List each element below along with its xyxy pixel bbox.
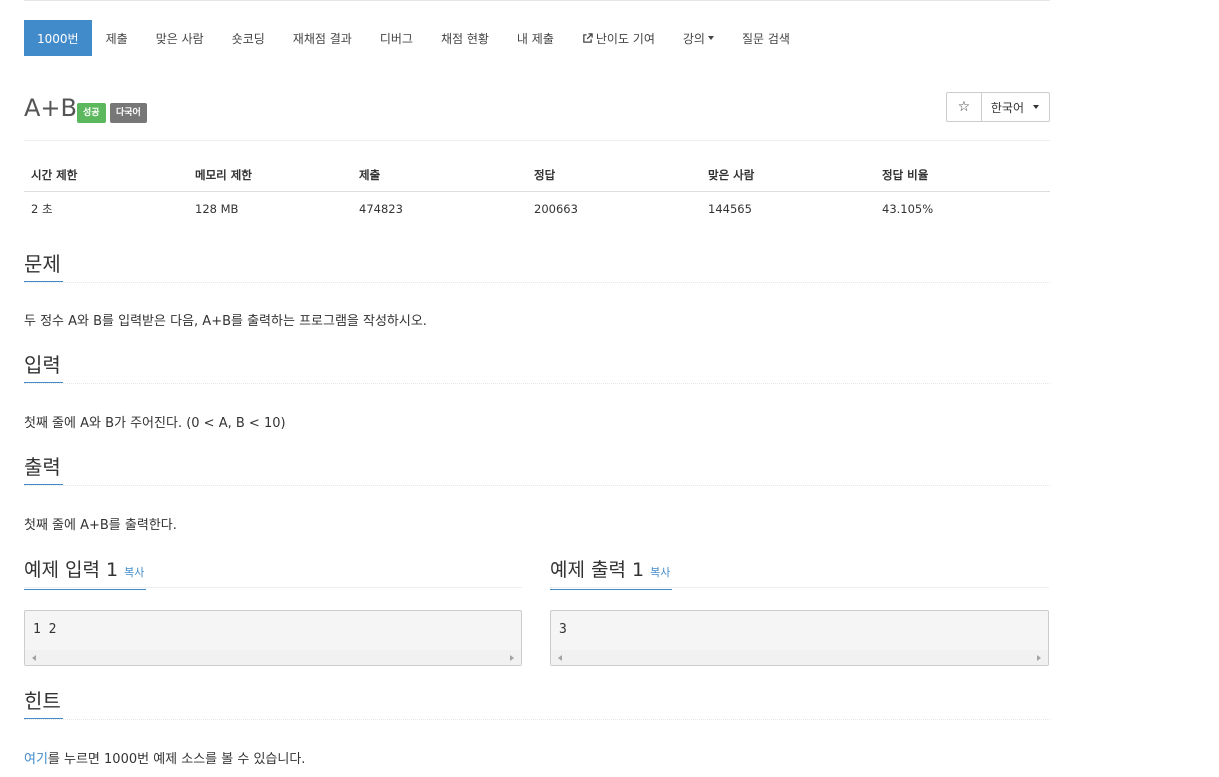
problem-actions: ☆ 한국어 — [945, 92, 1050, 122]
hint-text: 여기를 누르면 1000번 예제 소스를 볼 수 있습니다. — [24, 748, 305, 767]
sample-input-code[interactable]: 1 2 — [24, 610, 522, 666]
input-section-title: 입력 — [24, 353, 63, 383]
scroll-left-icon[interactable] — [558, 655, 562, 661]
tab-problem[interactable]: 1000번 — [24, 20, 92, 56]
input-description: 첫째 줄에 A와 B가 주어진다. (0 < A, B < 10) — [24, 416, 286, 431]
copy-input-button[interactable]: 복사 — [124, 566, 144, 579]
tab-status[interactable]: 채점 현황 — [427, 20, 503, 56]
tab-accepted-users[interactable]: 맞은 사람 — [142, 20, 218, 56]
caret-down-icon — [1033, 105, 1039, 109]
tab-problem-label: 1000번 — [37, 31, 79, 46]
accept-ratio-value: 43.105% — [882, 202, 934, 216]
tab-status-label: 채점 현황 — [440, 31, 489, 46]
hint-description: 를 누르면 1000번 예제 소스를 볼 수 있습니다. — [47, 752, 306, 767]
tab-difficulty-contribution[interactable]: 난이도 기여 — [568, 20, 669, 56]
tab-question-search-label: 질문 검색 — [741, 31, 790, 46]
tab-short-coding-label: 숏코딩 — [231, 31, 265, 46]
tab-difficulty-contribution-label: 난이도 기여 — [595, 31, 655, 46]
hint-source-link[interactable]: 여기 — [24, 752, 48, 767]
tab-debug[interactable]: 디버그 — [366, 20, 427, 56]
external-link-icon — [583, 32, 593, 43]
sample-output-content: 3 — [559, 622, 567, 637]
copy-output-button[interactable]: 복사 — [650, 566, 670, 579]
input-section-header: 입력 — [24, 353, 1050, 384]
problem-description: 두 정수 A와 B를 입력받은 다음, A+B를 출력하는 프로그램을 작성하시… — [24, 314, 427, 329]
star-icon: ☆ — [957, 99, 971, 115]
scroll-right-icon[interactable] — [1037, 655, 1041, 661]
problem-title: A+B — [24, 94, 77, 122]
success-badge: 성공 — [77, 103, 106, 123]
header-memory-limit: 메모리 제한 — [188, 160, 352, 192]
tab-question-search[interactable]: 질문 검색 — [728, 20, 804, 56]
horizontal-scrollbar[interactable] — [551, 650, 1048, 665]
language-label: 한국어 — [990, 100, 1024, 115]
hint-section-title: 힌트 — [24, 689, 63, 719]
scroll-left-icon[interactable] — [32, 655, 36, 661]
table-row: 2 초 128 MB 474823 200663 144565 43.105% — [24, 192, 1050, 227]
tab-rejudge-results-label: 재채점 결과 — [292, 31, 352, 46]
sample-output-header: 예제 출력 1 복사 — [550, 558, 1049, 590]
header-accept-ratio: 정답 비율 — [875, 160, 1050, 192]
tab-lectures-label: 강의 — [682, 31, 705, 46]
tab-accepted-users-label: 맞은 사람 — [155, 31, 204, 46]
sample-output-code[interactable]: 3 — [550, 610, 1049, 666]
tab-debug-label: 디버그 — [379, 31, 413, 46]
accepted-users-value: 144565 — [708, 202, 752, 216]
problem-section-title: 문제 — [24, 252, 63, 282]
sample-input-content: 1 2 — [33, 622, 57, 637]
language-dropdown[interactable]: 한국어 — [982, 93, 1049, 121]
sample-output-title-text: 예제 출력 1 — [550, 559, 645, 581]
submissions-value: 474823 — [359, 202, 403, 216]
sample-input-header: 예제 입력 1 복사 — [24, 558, 522, 590]
sample-output-title: 예제 출력 1 복사 — [550, 558, 673, 590]
multilanguage-badge: 다국어 — [110, 103, 147, 123]
tab-submit[interactable]: 제출 — [92, 20, 142, 56]
header-time-limit: 시간 제한 — [24, 160, 188, 192]
memory-limit-value: 128 MB — [195, 202, 239, 216]
problem-section-header: 문제 — [24, 252, 1050, 283]
top-divider — [24, 0, 1050, 1]
tab-my-submissions-label: 내 제출 — [516, 31, 554, 46]
accepted-value: 200663 — [534, 202, 578, 216]
tab-rejudge-results[interactable]: 재채점 결과 — [279, 20, 366, 56]
tab-submit-label: 제출 — [105, 31, 128, 46]
table-header-row: 시간 제한 메모리 제한 제출 정답 맞은 사람 정답 비율 — [24, 160, 1050, 192]
problem-header: A+B 성공 다국어 ☆ 한국어 — [24, 88, 1050, 141]
sample-input-title-text: 예제 입력 1 — [24, 559, 119, 581]
caret-down-icon — [707, 36, 714, 40]
output-description: 첫째 줄에 A+B를 출력한다. — [24, 518, 177, 533]
sample-input-title: 예제 입력 1 복사 — [24, 558, 147, 590]
sample-output-block: 예제 출력 1 복사 3 — [550, 558, 1049, 666]
tab-my-submissions[interactable]: 내 제출 — [503, 20, 568, 56]
tab-short-coding[interactable]: 숏코딩 — [218, 20, 279, 56]
scroll-right-icon[interactable] — [510, 655, 514, 661]
output-section-header: 출력 — [24, 455, 1050, 486]
header-accepted: 정답 — [527, 160, 701, 192]
header-submissions: 제출 — [352, 160, 527, 192]
time-limit-value: 2 초 — [31, 202, 53, 216]
horizontal-scrollbar[interactable] — [25, 650, 521, 665]
output-section-title: 출력 — [24, 455, 63, 485]
tab-lectures-dropdown[interactable]: 강의 — [669, 20, 728, 56]
problem-menu: 1000번 제출 맞은 사람 숏코딩 재채점 결과 디버그 채점 현황 내 제출… — [24, 20, 804, 56]
problem-info-table: 시간 제한 메모리 제한 제출 정답 맞은 사람 정답 비율 2 초 128 M… — [24, 160, 1050, 226]
sample-input-block: 예제 입력 1 복사 1 2 — [24, 558, 522, 666]
favorite-star-button[interactable]: ☆ — [947, 93, 982, 121]
header-accepted-users: 맞은 사람 — [701, 160, 875, 192]
hint-section-header: 힌트 — [24, 689, 1050, 720]
